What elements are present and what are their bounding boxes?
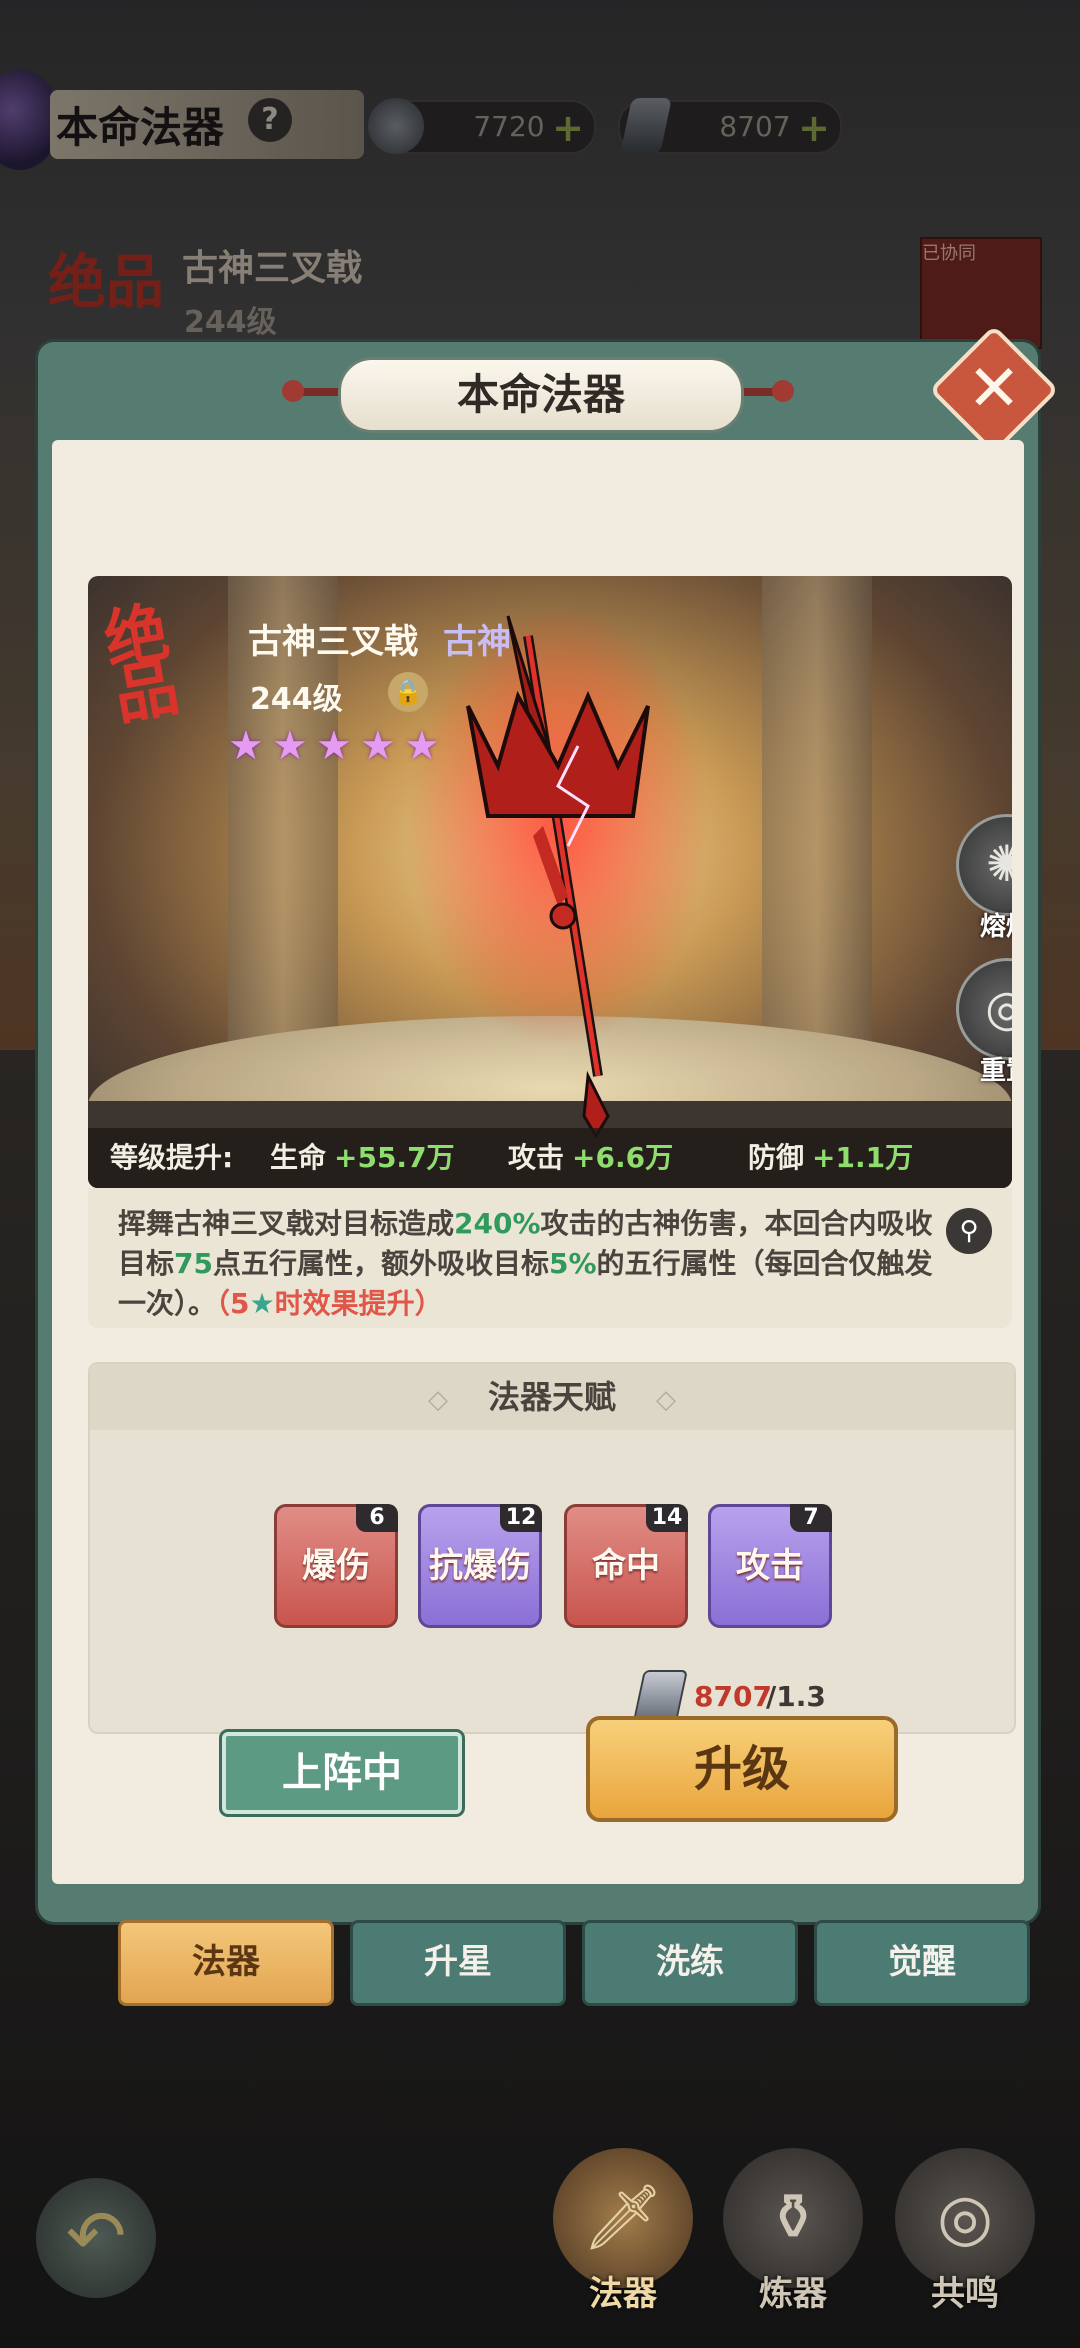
hp-value: +55.7万 xyxy=(334,1141,455,1174)
star-rating: ★ ★ ★ ★ ★ xyxy=(228,726,448,766)
talent-count: 12 xyxy=(500,1504,542,1532)
tab-strip: 法器 升星 洗练 觉醒 xyxy=(118,1920,1038,2006)
tab-artifact[interactable]: 法器 xyxy=(118,1920,334,2006)
desc-value: 75 xyxy=(174,1247,213,1280)
atk-label: 攻击 xyxy=(508,1141,565,1174)
talent-card[interactable]: 抗爆伤 12 xyxy=(418,1504,542,1628)
desc-part: 挥舞古神三叉戟对目标造成 xyxy=(118,1207,455,1240)
weapon-showcase: 绝品 古神三叉戟 古神 244级 🔒 ★★★★★ ✺ 熔炼 ◎ 重置 等级提升:… xyxy=(88,576,1012,1188)
nav-label: 共鸣 xyxy=(931,2274,999,2314)
def-label: 防御 xyxy=(748,1141,805,1174)
reset-label: 重置 xyxy=(979,1056,1012,1086)
tab-star-up[interactable]: 升星 xyxy=(350,1920,566,2006)
desc-value: 240% xyxy=(454,1207,541,1240)
talent-card[interactable]: 爆伤 6 xyxy=(274,1504,398,1628)
talent-card[interactable]: 攻击 7 xyxy=(708,1504,832,1628)
smelt-icon: ✺ xyxy=(956,814,1012,916)
level-bonus-bar: 等级提升: 生命 +55.7万 攻击 +6.6万 防御 +1.1万 xyxy=(88,1128,1012,1188)
hp-label: 生命 xyxy=(270,1141,327,1174)
nav-label: 炼器 xyxy=(759,2274,827,2314)
star-icon: ★ xyxy=(360,723,396,769)
rarity-badge: 绝品 xyxy=(98,594,185,735)
nav-forge[interactable]: ⚱ 炼器 xyxy=(718,2148,868,2348)
star-icon: ★ xyxy=(272,723,308,769)
tab-refine[interactable]: 洗练 xyxy=(582,1920,798,2006)
talents-header: ◇ 法器天赋 ◇ xyxy=(90,1364,1014,1430)
upgrade-button[interactable]: 升级 xyxy=(586,1716,898,1822)
reset-swirl-icon: ◎ xyxy=(956,958,1012,1060)
nav-artifact[interactable]: 🗡 法器 xyxy=(548,2148,698,2348)
desc-part: 点五行属性，额外吸收目标 xyxy=(212,1247,549,1280)
desc-bonus: （5 xyxy=(216,1287,250,1320)
modal-body: 绝品 古神三叉戟 古神 244级 🔒 ★★★★★ ✺ 熔炼 ◎ 重置 等级提升:… xyxy=(52,440,1024,1884)
smelt-button[interactable]: ✺ 熔炼 xyxy=(956,814,1012,944)
description-text: 挥舞古神三叉戟对目标造成240%攻击的古神伤害，本回合内吸收目标75点五行属性，… xyxy=(118,1204,958,1324)
diamond-divider-icon: ◇ xyxy=(656,1385,676,1415)
talent-card[interactable]: 命中 14 xyxy=(564,1504,688,1628)
talent-count: 7 xyxy=(790,1504,832,1532)
skill-description: 挥舞古神三叉戟对目标造成240%攻击的古神伤害，本回合内吸收目标75点五行属性，… xyxy=(88,1188,1012,1328)
talents-panel: ◇ 法器天赋 ◇ 爆伤 6 抗爆伤 12 命中 14 攻击 7 xyxy=(88,1362,1016,1734)
talent-count: 6 xyxy=(356,1504,398,1532)
def-value: +1.1万 xyxy=(812,1141,914,1174)
cost-have: 8707 xyxy=(694,1680,772,1713)
atk-value: +6.6万 xyxy=(572,1141,674,1174)
star-icon: ★ xyxy=(316,723,352,769)
deploy-status-button[interactable]: 上阵中 xyxy=(222,1732,462,1814)
lock-icon[interactable]: 🔒 xyxy=(388,672,428,712)
reset-button[interactable]: ◎ 重置 xyxy=(956,958,1012,1088)
star-icon: ★ xyxy=(404,723,440,769)
magnifier-icon[interactable]: ⚲ xyxy=(946,1208,992,1254)
weapon-level: 244级 xyxy=(250,682,343,717)
talent-count: 14 xyxy=(646,1504,688,1532)
artifact-modal: 本命法器 ✕ 绝品 古神三叉戟 古神 244级 🔒 ★ ★ ★ ★ ★ ✺ 熔 … xyxy=(38,324,1060,1922)
weapon-name: 古神三叉戟 xyxy=(248,622,418,662)
nav-resonance[interactable]: ◎ 共鸣 xyxy=(890,2148,1040,2348)
weapon-tier: 古神 xyxy=(443,622,511,662)
level-bonus-label: 等级提升: xyxy=(110,1141,234,1174)
back-arrow-icon[interactable]: ↶ xyxy=(36,2178,156,2298)
tab-awaken[interactable]: 觉醒 xyxy=(814,1920,1030,2006)
smelt-label: 熔炼 xyxy=(979,912,1012,942)
star-icon: ★ xyxy=(228,723,264,769)
close-icon: ✕ xyxy=(967,352,1021,426)
nav-label: 法器 xyxy=(589,2274,657,2314)
star-icon: ★ xyxy=(249,1287,275,1320)
talents-title: 法器天赋 xyxy=(487,1378,616,1416)
desc-bonus: 时效果提升） xyxy=(274,1287,443,1320)
desc-value: 5% xyxy=(549,1247,597,1280)
modal-title: 本命法器 xyxy=(338,357,744,433)
diamond-divider-icon: ◇ xyxy=(427,1385,448,1415)
